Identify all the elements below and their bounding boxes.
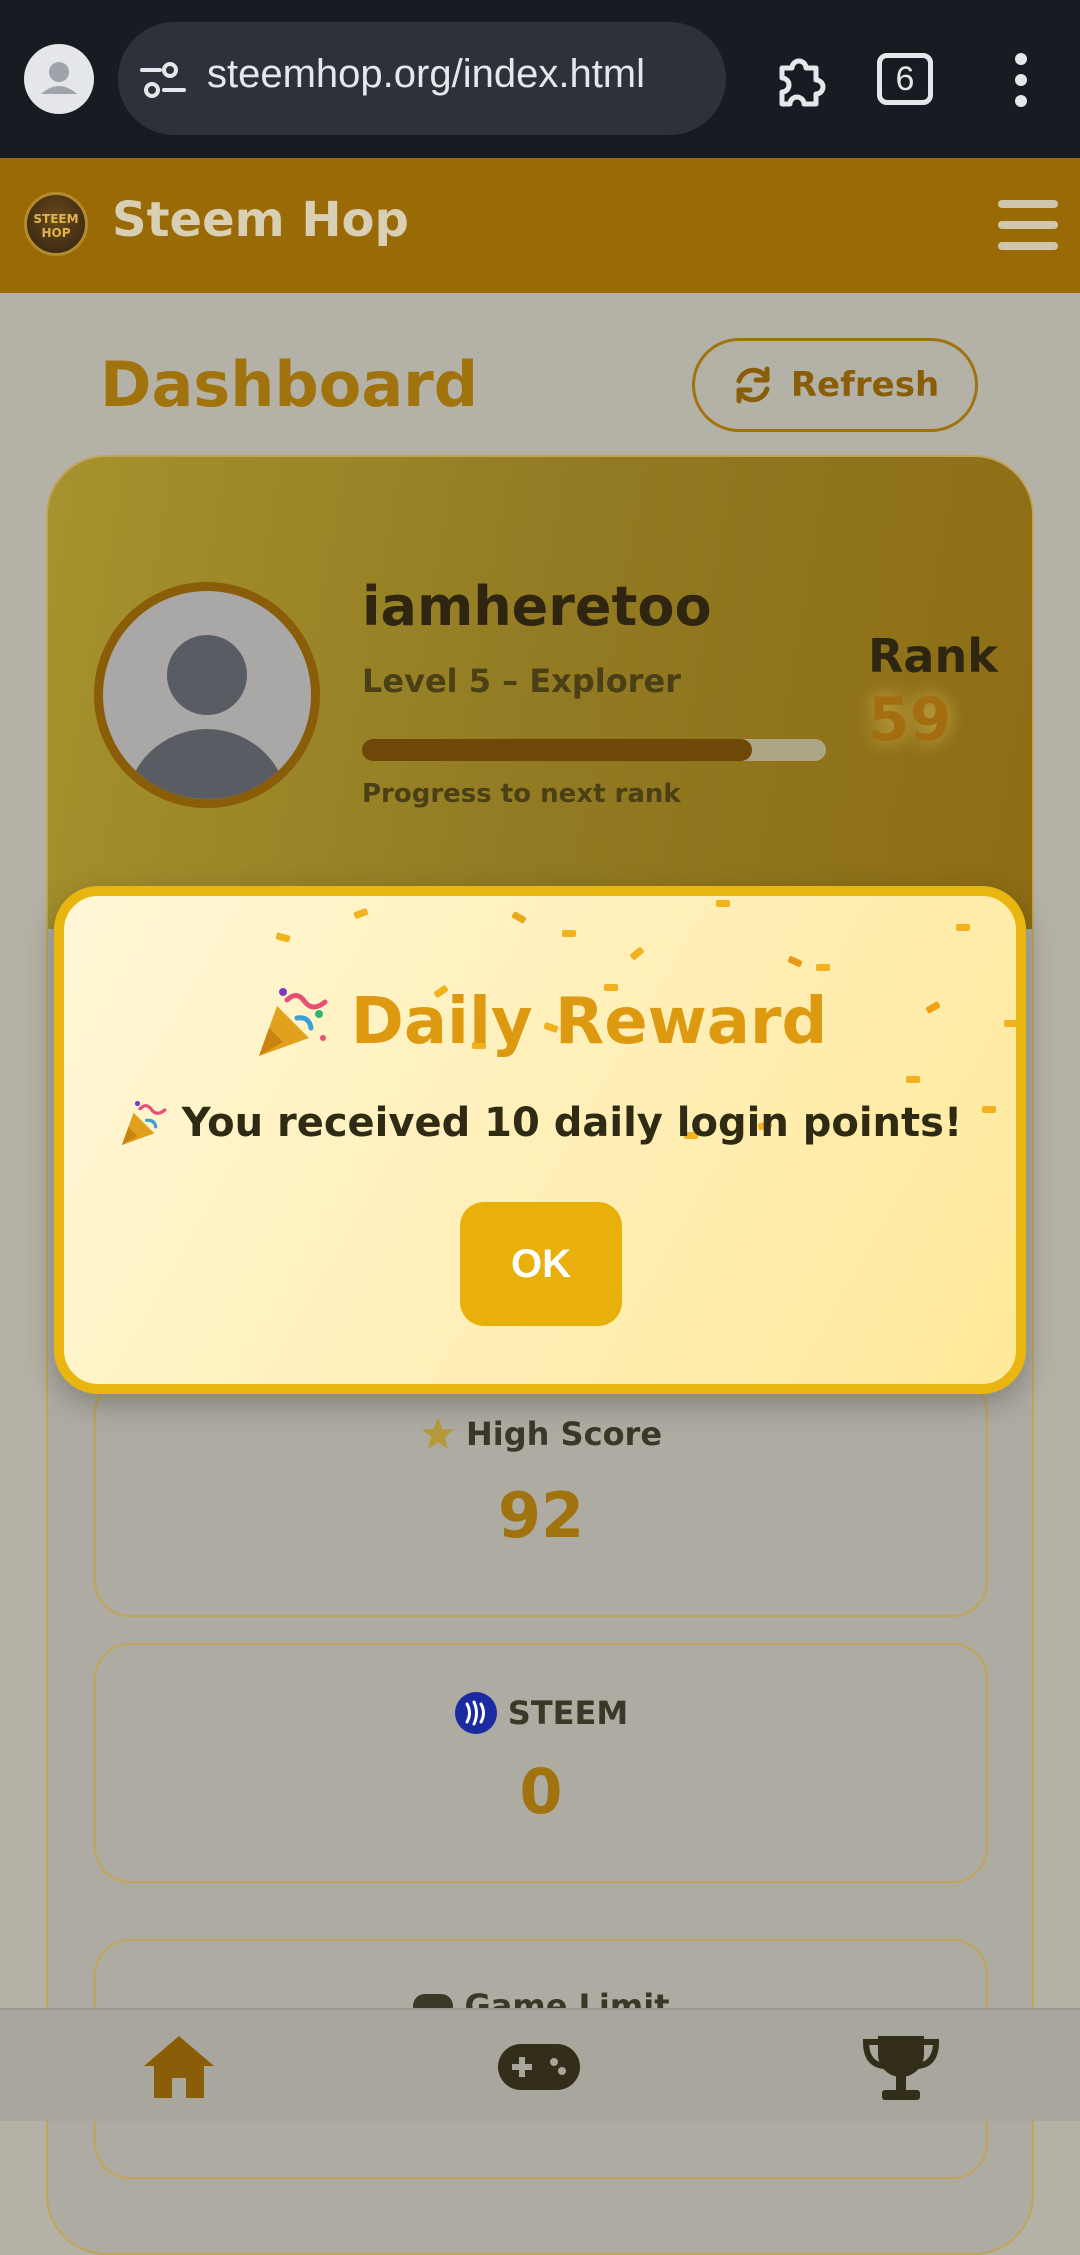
stat-card-high-score: High Score 92 — [94, 1377, 988, 1617]
rank-progress-bar — [362, 739, 826, 761]
page-title: Dashboard — [100, 348, 479, 421]
logo-text-top: STEEM — [33, 212, 79, 226]
daily-reward-modal: Daily Reward You received 10 daily login… — [54, 886, 1026, 1394]
steem-icon — [454, 1692, 497, 1734]
url-text[interactable]: steemhop.org/index.html — [207, 52, 645, 97]
stat-label-steem: STEEM — [96, 1691, 986, 1735]
rank-progress-fill — [362, 739, 752, 761]
modal-message-text: You received 10 daily login points! — [181, 1100, 963, 1146]
stat-card-steem: STEEM 0 — [94, 1643, 988, 1883]
steem-value: 0 — [519, 1755, 563, 1828]
account-icon[interactable] — [24, 44, 94, 114]
trophy-icon[interactable] — [862, 2032, 940, 2104]
steem-label: STEEM — [507, 1694, 629, 1732]
star-icon — [421, 1418, 454, 1449]
tab-switcher-button[interactable]: 6 — [877, 53, 933, 105]
app-name[interactable]: Steem Hop — [112, 192, 409, 248]
level-text: Level 5 – Explorer — [362, 662, 681, 700]
party-popper-icon — [258, 988, 328, 1056]
home-icon[interactable] — [140, 2032, 218, 2102]
rank-value: 59 — [868, 685, 952, 755]
steem-hop-logo[interactable]: STEEM HOP — [24, 192, 88, 256]
rank-label: Rank — [868, 629, 998, 683]
logo-text-bottom: HOP — [41, 226, 71, 240]
progress-label: Progress to next rank — [362, 779, 681, 809]
high-score-value: 92 — [497, 1479, 585, 1552]
profile-section: iamheretoo Level 5 – Explorer Progress t… — [48, 457, 1032, 929]
username: iamheretoo — [362, 575, 712, 638]
refresh-icon — [736, 366, 770, 404]
modal-message: You received 10 daily login points! — [64, 1098, 1016, 1148]
party-popper-small-icon — [121, 1100, 167, 1146]
gamepad-icon[interactable] — [496, 2040, 582, 2094]
avatar — [94, 582, 320, 808]
stat-label-high-score: High Score — [96, 1415, 986, 1453]
modal-title: Daily Reward — [64, 984, 1016, 1060]
modal-title-text: Daily Reward — [350, 985, 828, 1059]
more-menu-icon[interactable] — [1008, 53, 1034, 109]
high-score-label: High Score — [465, 1415, 663, 1453]
ok-button[interactable]: OK — [460, 1202, 622, 1326]
refresh-button[interactable]: Refresh — [692, 338, 978, 432]
extensions-icon[interactable] — [768, 50, 830, 112]
refresh-label: Refresh — [790, 365, 940, 405]
browser-toolbar: steemhop.org/index.html 6 — [0, 0, 1080, 158]
hamburger-menu-icon[interactable] — [998, 200, 1058, 250]
site-settings-icon[interactable] — [140, 60, 186, 100]
bottom-nav — [0, 2008, 1080, 2121]
